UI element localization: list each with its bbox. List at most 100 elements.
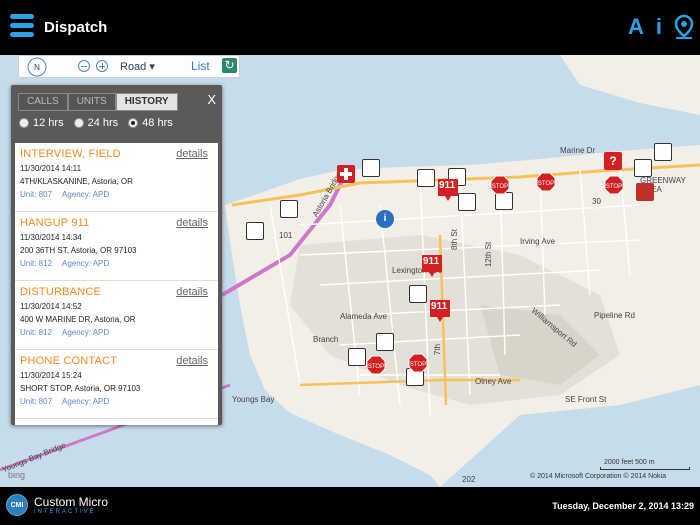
- info-icon[interactable]: i: [656, 14, 662, 40]
- stop-marker-icon[interactable]: STOP: [408, 353, 428, 373]
- label-route-202: 202: [462, 475, 476, 484]
- map-scale-bar: [600, 467, 690, 470]
- label-youngs-bay: Youngs Bay: [232, 395, 275, 404]
- radio-button[interactable]: [128, 118, 139, 128]
- app-title: Dispatch: [44, 19, 108, 36]
- company-logo: CMI: [6, 494, 28, 516]
- call-911-marker-label: 911: [439, 180, 456, 191]
- company-name: Custom Micro: [34, 495, 109, 509]
- svg-text:STOP: STOP: [410, 362, 426, 368]
- info-marker-icon[interactable]: i: [376, 210, 394, 228]
- header-actions: A i: [628, 14, 694, 40]
- close-icon[interactable]: X: [207, 92, 216, 107]
- history-panel: CALLS UNITS HISTORY X 12 hrs 24 hrs 48 h…: [11, 85, 222, 425]
- hazard-marker-icon[interactable]: [636, 183, 654, 201]
- suspect-marker-icon[interactable]: [417, 169, 435, 187]
- radio-24-hrs[interactable]: 24 hrs: [73, 117, 118, 129]
- call-meta: Unit: 812 Agency: APD: [20, 328, 218, 337]
- svg-text:N: N: [34, 63, 40, 72]
- label-olney-ave: Olney Ave: [475, 377, 512, 386]
- call-history-list[interactable]: INTERVIEW, FIELD details 11/30/2014 14:1…: [15, 143, 218, 425]
- van-marker-icon[interactable]: [348, 348, 366, 366]
- radio-48-hrs[interactable]: 48 hrs: [128, 117, 173, 129]
- call-time: 11/30/2014 14:52: [20, 302, 82, 311]
- call-911-marker-icon[interactable]: 911: [428, 298, 452, 324]
- font-size-icon[interactable]: A: [628, 14, 644, 40]
- details-link[interactable]: details: [176, 355, 208, 367]
- list-item[interactable]: HANGUP 911 details 11/30/2014 14:34 200 …: [15, 212, 218, 281]
- label-7th: 7th: [433, 343, 443, 356]
- ambulance-marker-icon[interactable]: [654, 143, 672, 161]
- radio-label: 48 hrs: [142, 117, 173, 129]
- call-time: 11/30/2014 14:11: [20, 164, 82, 173]
- svg-text:STOP: STOP: [368, 364, 384, 370]
- map-copyright: © 2014 Microsoft Corporation © 2014 Noki…: [530, 473, 666, 480]
- stop-marker-icon[interactable]: STOP: [536, 172, 556, 192]
- svg-text:STOP: STOP: [606, 184, 622, 190]
- dog-marker-icon[interactable]: [376, 333, 394, 351]
- call-meta: Unit: 807 Agency: APD: [20, 397, 218, 406]
- list-item[interactable]: INTERVIEW, FIELD details 11/30/2014 14:1…: [15, 143, 218, 212]
- refresh-icon[interactable]: ↻: [222, 58, 237, 73]
- call-911-marker-icon[interactable]: 911: [436, 177, 460, 203]
- call-address: 4TH/KLASKANINE, Astoria, OR: [20, 177, 133, 186]
- label-pipeline-rd: Pipeline Rd: [594, 311, 635, 320]
- officer-marker-icon[interactable]: [458, 193, 476, 211]
- radio-12-hrs[interactable]: 12 hrs: [19, 117, 64, 129]
- question-marker-icon[interactable]: ?: [604, 152, 622, 170]
- radio-button[interactable]: [73, 118, 84, 128]
- tab-units[interactable]: UNITS: [67, 93, 116, 111]
- label-irving-ave: Irving Ave: [520, 237, 555, 246]
- list-item[interactable]: PHONE CONTACT details 11/30/2014 15:24 S…: [15, 350, 218, 419]
- zoom-out-icon[interactable]: [78, 60, 90, 72]
- compass-icon[interactable]: N: [22, 56, 52, 78]
- label-marine-dr: Marine Dr: [560, 146, 596, 155]
- radio-button[interactable]: [19, 118, 29, 128]
- details-link[interactable]: details: [176, 286, 208, 298]
- call-meta: Unit: 812 Agency: APD: [20, 259, 218, 268]
- call-time: 11/30/2014 14:34: [20, 233, 82, 242]
- label-12th-st: 12th St: [484, 241, 494, 268]
- call-address: 400 W MARINE DR, Astoria, OR: [20, 315, 136, 324]
- person-marker-icon[interactable]: [362, 159, 380, 177]
- bottom-status-bar: CMI Custom Micro INTERACTIVE Tuesday, De…: [0, 487, 700, 525]
- svg-text:STOP: STOP: [538, 181, 554, 187]
- hospital-marker-icon[interactable]: [337, 165, 355, 183]
- svg-text:STOP: STOP: [492, 184, 508, 190]
- label-branch: Branch: [313, 335, 339, 344]
- details-link[interactable]: details: [176, 148, 208, 160]
- call-unit: Unit: 812: [20, 328, 53, 337]
- label-alameda-ave: Alameda Ave: [340, 312, 387, 321]
- menu-icon[interactable]: [10, 14, 34, 40]
- call-address: SHORT STOP, Astoria, OR 97103: [20, 384, 141, 393]
- label-route-30: 30: [592, 197, 601, 206]
- tab-calls[interactable]: CALLS: [18, 93, 68, 111]
- animal-marker-icon[interactable]: [634, 159, 652, 177]
- tab-history[interactable]: HISTORY: [115, 93, 178, 111]
- radio-label: 12 hrs: [33, 117, 64, 129]
- location-pin-icon[interactable]: [674, 14, 694, 40]
- stop-marker-icon[interactable]: STOP: [604, 175, 624, 195]
- label-route-101: 101: [279, 231, 293, 240]
- alarm-marker-icon[interactable]: [280, 200, 298, 218]
- call-agency: Agency: APD: [62, 259, 110, 268]
- call-911-marker-icon[interactable]: 911: [420, 253, 444, 279]
- stop-marker-icon[interactable]: STOP: [366, 355, 386, 375]
- call-agency: Agency: APD: [62, 190, 110, 199]
- details-link[interactable]: details: [176, 217, 208, 229]
- panel-tabs: CALLS UNITS HISTORY: [18, 93, 178, 111]
- list-item[interactable]: DISTURBANCE details 11/30/2014 14:52 400…: [15, 281, 218, 350]
- fight-marker-icon[interactable]: [246, 222, 264, 240]
- map-scale-label: 2000 feet 500 m: [604, 459, 655, 466]
- map-style-dropdown[interactable]: Road ▾: [120, 60, 155, 73]
- label-8th-st: 8th St: [449, 229, 459, 250]
- stop-marker-icon[interactable]: STOP: [490, 175, 510, 195]
- call-unit: Unit: 807: [20, 397, 53, 406]
- label-se-front-st: SE Front St: [565, 395, 607, 404]
- list-button[interactable]: List: [191, 59, 210, 73]
- current-datetime: Tuesday, December 2, 2014 13:29: [552, 501, 694, 511]
- call-meta: Unit: 807 Agency: APD: [20, 190, 218, 199]
- zoom-in-icon[interactable]: [96, 60, 108, 72]
- call-address: 200 36TH ST, Astoria, OR 97103: [20, 246, 137, 255]
- interview-marker-icon[interactable]: [409, 285, 427, 303]
